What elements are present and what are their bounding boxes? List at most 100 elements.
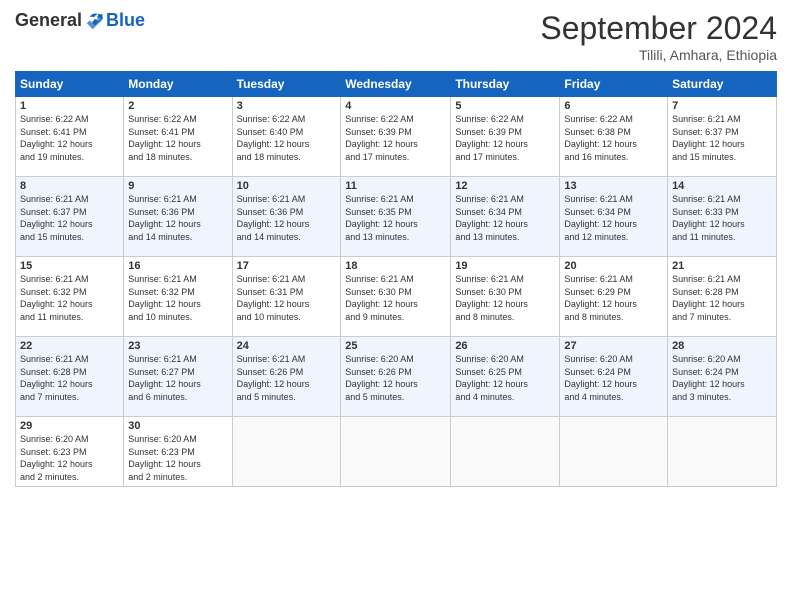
- table-row: 30Sunrise: 6:20 AMSunset: 6:23 PMDayligh…: [124, 417, 232, 487]
- table-row: 12Sunrise: 6:21 AMSunset: 6:34 PMDayligh…: [451, 177, 560, 257]
- day-info: Sunrise: 6:22 AMSunset: 6:38 PMDaylight:…: [564, 113, 663, 163]
- day-info: Sunrise: 6:21 AMSunset: 6:27 PMDaylight:…: [128, 353, 227, 403]
- table-row: 14Sunrise: 6:21 AMSunset: 6:33 PMDayligh…: [668, 177, 777, 257]
- day-number: 13: [564, 180, 663, 192]
- table-row: 15Sunrise: 6:21 AMSunset: 6:32 PMDayligh…: [16, 257, 124, 337]
- col-tuesday: Tuesday: [232, 72, 341, 97]
- calendar-table: Sunday Monday Tuesday Wednesday Thursday…: [15, 71, 777, 487]
- col-friday: Friday: [560, 72, 668, 97]
- day-number: 2: [128, 100, 227, 112]
- day-number: 5: [455, 100, 555, 112]
- calendar-week-row: 1Sunrise: 6:22 AMSunset: 6:41 PMDaylight…: [16, 97, 777, 177]
- table-row: 26Sunrise: 6:20 AMSunset: 6:25 PMDayligh…: [451, 337, 560, 417]
- day-number: 7: [672, 100, 772, 112]
- table-row: 22Sunrise: 6:21 AMSunset: 6:28 PMDayligh…: [16, 337, 124, 417]
- col-thursday: Thursday: [451, 72, 560, 97]
- day-info: Sunrise: 6:21 AMSunset: 6:30 PMDaylight:…: [455, 273, 555, 323]
- day-info: Sunrise: 6:21 AMSunset: 6:29 PMDaylight:…: [564, 273, 663, 323]
- day-number: 30: [128, 420, 227, 432]
- table-row: 27Sunrise: 6:20 AMSunset: 6:24 PMDayligh…: [560, 337, 668, 417]
- table-row: [560, 417, 668, 487]
- day-number: 25: [345, 340, 446, 352]
- table-row: 3Sunrise: 6:22 AMSunset: 6:40 PMDaylight…: [232, 97, 341, 177]
- table-row: 8Sunrise: 6:21 AMSunset: 6:37 PMDaylight…: [16, 177, 124, 257]
- day-info: Sunrise: 6:20 AMSunset: 6:26 PMDaylight:…: [345, 353, 446, 403]
- day-number: 29: [20, 420, 119, 432]
- table-row: 2Sunrise: 6:22 AMSunset: 6:41 PMDaylight…: [124, 97, 232, 177]
- table-row: 21Sunrise: 6:21 AMSunset: 6:28 PMDayligh…: [668, 257, 777, 337]
- day-number: 6: [564, 100, 663, 112]
- calendar-header-row: Sunday Monday Tuesday Wednesday Thursday…: [16, 72, 777, 97]
- day-number: 9: [128, 180, 227, 192]
- calendar-week-row: 8Sunrise: 6:21 AMSunset: 6:37 PMDaylight…: [16, 177, 777, 257]
- page: General Blue September 2024 Tilili, Amha…: [0, 0, 792, 612]
- calendar-week-row: 29Sunrise: 6:20 AMSunset: 6:23 PMDayligh…: [16, 417, 777, 487]
- day-number: 12: [455, 180, 555, 192]
- logo-bird-icon: [86, 12, 104, 30]
- table-row: [451, 417, 560, 487]
- day-number: 26: [455, 340, 555, 352]
- table-row: 9Sunrise: 6:21 AMSunset: 6:36 PMDaylight…: [124, 177, 232, 257]
- col-wednesday: Wednesday: [341, 72, 451, 97]
- day-info: Sunrise: 6:21 AMSunset: 6:32 PMDaylight:…: [20, 273, 119, 323]
- table-row: 10Sunrise: 6:21 AMSunset: 6:36 PMDayligh…: [232, 177, 341, 257]
- day-info: Sunrise: 6:21 AMSunset: 6:28 PMDaylight:…: [672, 273, 772, 323]
- day-info: Sunrise: 6:21 AMSunset: 6:34 PMDaylight:…: [564, 193, 663, 243]
- day-number: 11: [345, 180, 446, 192]
- table-row: 6Sunrise: 6:22 AMSunset: 6:38 PMDaylight…: [560, 97, 668, 177]
- table-row: [341, 417, 451, 487]
- table-row: 5Sunrise: 6:22 AMSunset: 6:39 PMDaylight…: [451, 97, 560, 177]
- table-row: 23Sunrise: 6:21 AMSunset: 6:27 PMDayligh…: [124, 337, 232, 417]
- day-number: 14: [672, 180, 772, 192]
- day-info: Sunrise: 6:21 AMSunset: 6:26 PMDaylight:…: [237, 353, 337, 403]
- title-block: September 2024 Tilili, Amhara, Ethiopia: [540, 10, 777, 63]
- day-info: Sunrise: 6:21 AMSunset: 6:36 PMDaylight:…: [128, 193, 227, 243]
- day-info: Sunrise: 6:21 AMSunset: 6:31 PMDaylight:…: [237, 273, 337, 323]
- day-info: Sunrise: 6:22 AMSunset: 6:41 PMDaylight:…: [128, 113, 227, 163]
- day-number: 18: [345, 260, 446, 272]
- day-info: Sunrise: 6:21 AMSunset: 6:33 PMDaylight:…: [672, 193, 772, 243]
- day-info: Sunrise: 6:20 AMSunset: 6:25 PMDaylight:…: [455, 353, 555, 403]
- day-info: Sunrise: 6:21 AMSunset: 6:37 PMDaylight:…: [672, 113, 772, 163]
- day-info: Sunrise: 6:21 AMSunset: 6:30 PMDaylight:…: [345, 273, 446, 323]
- day-number: 16: [128, 260, 227, 272]
- table-row: 17Sunrise: 6:21 AMSunset: 6:31 PMDayligh…: [232, 257, 341, 337]
- day-info: Sunrise: 6:20 AMSunset: 6:23 PMDaylight:…: [20, 433, 119, 483]
- table-row: 7Sunrise: 6:21 AMSunset: 6:37 PMDaylight…: [668, 97, 777, 177]
- day-info: Sunrise: 6:21 AMSunset: 6:36 PMDaylight:…: [237, 193, 337, 243]
- table-row: 1Sunrise: 6:22 AMSunset: 6:41 PMDaylight…: [16, 97, 124, 177]
- day-info: Sunrise: 6:20 AMSunset: 6:23 PMDaylight:…: [128, 433, 227, 483]
- day-info: Sunrise: 6:22 AMSunset: 6:39 PMDaylight:…: [345, 113, 446, 163]
- header: General Blue September 2024 Tilili, Amha…: [15, 10, 777, 63]
- logo-blue-text: Blue: [106, 10, 145, 31]
- day-info: Sunrise: 6:21 AMSunset: 6:32 PMDaylight:…: [128, 273, 227, 323]
- day-number: 4: [345, 100, 446, 112]
- day-number: 21: [672, 260, 772, 272]
- day-number: 23: [128, 340, 227, 352]
- table-row: 24Sunrise: 6:21 AMSunset: 6:26 PMDayligh…: [232, 337, 341, 417]
- table-row: [668, 417, 777, 487]
- day-number: 17: [237, 260, 337, 272]
- table-row: 20Sunrise: 6:21 AMSunset: 6:29 PMDayligh…: [560, 257, 668, 337]
- day-info: Sunrise: 6:22 AMSunset: 6:39 PMDaylight:…: [455, 113, 555, 163]
- table-row: 18Sunrise: 6:21 AMSunset: 6:30 PMDayligh…: [341, 257, 451, 337]
- table-row: 29Sunrise: 6:20 AMSunset: 6:23 PMDayligh…: [16, 417, 124, 487]
- day-number: 8: [20, 180, 119, 192]
- table-row: 25Sunrise: 6:20 AMSunset: 6:26 PMDayligh…: [341, 337, 451, 417]
- table-row: 13Sunrise: 6:21 AMSunset: 6:34 PMDayligh…: [560, 177, 668, 257]
- table-row: 16Sunrise: 6:21 AMSunset: 6:32 PMDayligh…: [124, 257, 232, 337]
- day-number: 3: [237, 100, 337, 112]
- day-info: Sunrise: 6:21 AMSunset: 6:37 PMDaylight:…: [20, 193, 119, 243]
- day-info: Sunrise: 6:21 AMSunset: 6:34 PMDaylight:…: [455, 193, 555, 243]
- day-number: 15: [20, 260, 119, 272]
- col-saturday: Saturday: [668, 72, 777, 97]
- calendar-week-row: 15Sunrise: 6:21 AMSunset: 6:32 PMDayligh…: [16, 257, 777, 337]
- table-row: 19Sunrise: 6:21 AMSunset: 6:30 PMDayligh…: [451, 257, 560, 337]
- day-number: 22: [20, 340, 119, 352]
- day-number: 28: [672, 340, 772, 352]
- day-info: Sunrise: 6:22 AMSunset: 6:41 PMDaylight:…: [20, 113, 119, 163]
- day-info: Sunrise: 6:22 AMSunset: 6:40 PMDaylight:…: [237, 113, 337, 163]
- day-info: Sunrise: 6:20 AMSunset: 6:24 PMDaylight:…: [564, 353, 663, 403]
- col-sunday: Sunday: [16, 72, 124, 97]
- day-number: 10: [237, 180, 337, 192]
